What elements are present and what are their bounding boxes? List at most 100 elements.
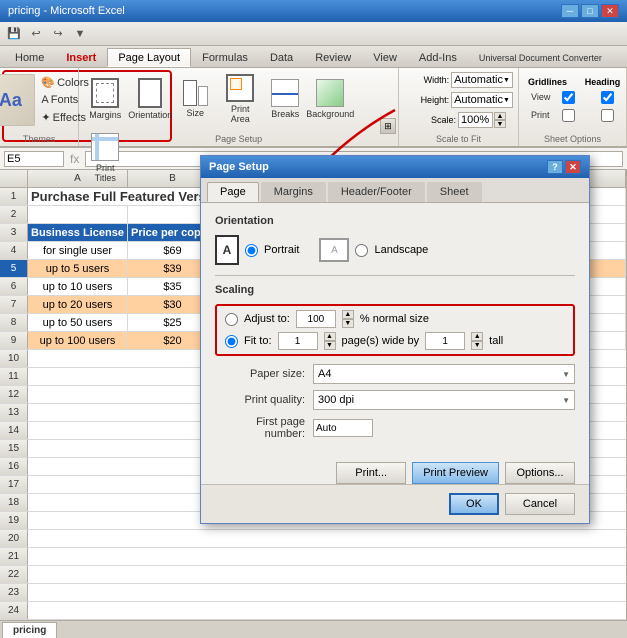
- cell-a5[interactable]: up to 5 users: [28, 260, 128, 277]
- row-num-11: 11: [0, 368, 28, 385]
- empty-row-20[interactable]: [28, 530, 626, 547]
- cell-a3[interactable]: Business License: [28, 224, 128, 241]
- print-area-button[interactable]: PrintArea: [218, 70, 262, 128]
- background-button[interactable]: Background: [308, 70, 352, 128]
- cell-a2[interactable]: [28, 206, 128, 223]
- scale-input[interactable]: 100%: [458, 112, 493, 128]
- fit-tall-down-button[interactable]: ▼: [471, 341, 483, 350]
- headings-view-checkbox[interactable]: [601, 91, 614, 104]
- ribbon: Aa 🎨 Colors A Fonts ✦ Effects Themes: [0, 68, 627, 148]
- page-setup-expand-button[interactable]: ⊞: [380, 118, 396, 134]
- ok-button[interactable]: OK: [449, 493, 499, 515]
- tab-udc[interactable]: Universal Document Converter: [468, 48, 613, 67]
- tab-formulas[interactable]: Formulas: [191, 48, 259, 67]
- row-num-8: 8: [0, 314, 28, 331]
- row-num-22: 22: [0, 566, 28, 583]
- orientation-button[interactable]: Orientation: [128, 70, 172, 128]
- options-button[interactable]: Options...: [505, 462, 575, 484]
- row-num-23: 23: [0, 584, 28, 601]
- cell-a9[interactable]: up to 100 users: [28, 332, 128, 349]
- minimize-button[interactable]: ─: [561, 4, 579, 18]
- fit-pages-up-button[interactable]: ▲: [324, 332, 336, 341]
- scaling-highlight-box: Adjust to: ▲ ▼ % normal size Fit to: ▲ ▼: [215, 304, 575, 356]
- paper-size-select[interactable]: A4 ▼: [313, 364, 575, 384]
- size-button[interactable]: Size: [173, 70, 217, 128]
- print-preview-button[interactable]: Print Preview: [412, 462, 499, 484]
- margins-button[interactable]: Margins: [83, 70, 127, 128]
- width-label: Width:: [404, 75, 449, 85]
- empty-row-21[interactable]: [28, 548, 626, 565]
- tab-review[interactable]: Review: [304, 48, 362, 67]
- dialog-close-button[interactable]: ✕: [565, 160, 581, 174]
- scale-down-button[interactable]: ▼: [494, 120, 506, 128]
- tab-view[interactable]: View: [362, 48, 408, 67]
- close-button[interactable]: ✕: [601, 4, 619, 18]
- gridlines-view-checkbox[interactable]: [562, 91, 575, 104]
- row-num-18: 18: [0, 494, 28, 511]
- fit-to-radio[interactable]: [225, 335, 238, 348]
- scale-up-button[interactable]: ▲: [494, 112, 506, 120]
- paper-size-arrow: ▼: [562, 370, 570, 379]
- sheet-tab-pricing[interactable]: pricing: [2, 622, 57, 638]
- adjust-to-radio[interactable]: [225, 313, 238, 326]
- dialog-tab-headerfooter[interactable]: Header/Footer: [328, 182, 425, 202]
- paper-size-row: Paper size: A4 ▼: [215, 364, 575, 384]
- themes-button[interactable]: Aa: [0, 74, 35, 126]
- portrait-radio[interactable]: [245, 244, 258, 257]
- table-row: 23: [0, 584, 626, 602]
- cell-a4[interactable]: for single user: [28, 242, 128, 259]
- width-arrow: ▼: [503, 77, 510, 84]
- dialog-tab-margins[interactable]: Margins: [261, 182, 326, 202]
- width-row: Width: Automatic ▼: [404, 71, 513, 89]
- tab-insert[interactable]: Insert: [55, 48, 107, 67]
- landscape-radio[interactable]: [355, 244, 368, 257]
- cell-a8[interactable]: up to 50 users: [28, 314, 128, 331]
- row-num-16: 16: [0, 458, 28, 475]
- breaks-label: Breaks: [271, 109, 299, 119]
- dialog-title-bar: Page Setup ? ✕: [201, 156, 589, 178]
- fit-to-tall-input[interactable]: [425, 332, 465, 350]
- dialog-body: Orientation A Portrait A Landscape: [201, 203, 589, 458]
- adjust-to-input[interactable]: [296, 310, 336, 328]
- redo-qa-button[interactable]: ↪: [48, 25, 68, 43]
- width-select[interactable]: Automatic ▼: [451, 72, 513, 88]
- first-page-input[interactable]: [313, 419, 373, 437]
- fit-pages-down-button[interactable]: ▼: [324, 341, 336, 350]
- fit-to-pages-input[interactable]: [278, 332, 318, 350]
- cell-a6[interactable]: up to 10 users: [28, 278, 128, 295]
- row-num-13: 13: [0, 404, 28, 421]
- tab-addins[interactable]: Add-Ins: [408, 48, 468, 67]
- first-page-label: First page number:: [215, 416, 305, 440]
- cancel-button[interactable]: Cancel: [505, 493, 575, 515]
- tab-page-layout[interactable]: Page Layout: [107, 48, 191, 67]
- undo-qa-button[interactable]: ↩: [26, 25, 46, 43]
- tab-data[interactable]: Data: [259, 48, 304, 67]
- empty-row-24[interactable]: [28, 602, 626, 619]
- adjust-to-suffix: % normal size: [360, 313, 429, 325]
- title-bar: pricing - Microsoft Excel ─ □ ✕: [0, 0, 627, 22]
- gridlines-print-checkbox[interactable]: [562, 109, 575, 122]
- empty-row-22[interactable]: [28, 566, 626, 583]
- dialog-tab-page[interactable]: Page: [207, 182, 259, 202]
- save-qa-button[interactable]: 💾: [4, 25, 24, 43]
- cell-a7[interactable]: up to 20 users: [28, 296, 128, 313]
- height-select[interactable]: Automatic ▼: [451, 92, 513, 108]
- adjust-down-button[interactable]: ▼: [342, 319, 354, 328]
- row-num-19: 19: [0, 512, 28, 529]
- fit-tall-up-button[interactable]: ▲: [471, 332, 483, 341]
- breaks-button[interactable]: Breaks: [263, 70, 307, 128]
- print-button[interactable]: Print...: [336, 462, 406, 484]
- landscape-option[interactable]: A Landscape: [319, 238, 428, 262]
- maximize-button[interactable]: □: [581, 4, 599, 18]
- tab-home[interactable]: Home: [4, 48, 55, 67]
- empty-row-23[interactable]: [28, 584, 626, 601]
- qa-dropdown-button[interactable]: ▼: [70, 25, 90, 43]
- print-quality-select[interactable]: 300 dpi ▼: [313, 390, 575, 410]
- dialog-help-button[interactable]: ?: [547, 160, 563, 174]
- print-quality-value: 300 dpi: [318, 394, 354, 406]
- dialog-tab-sheet[interactable]: Sheet: [427, 182, 482, 202]
- portrait-option[interactable]: A Portrait: [215, 235, 299, 265]
- adjust-up-button[interactable]: ▲: [342, 310, 354, 319]
- name-box[interactable]: E5: [4, 151, 64, 167]
- headings-print-checkbox[interactable]: [601, 109, 614, 122]
